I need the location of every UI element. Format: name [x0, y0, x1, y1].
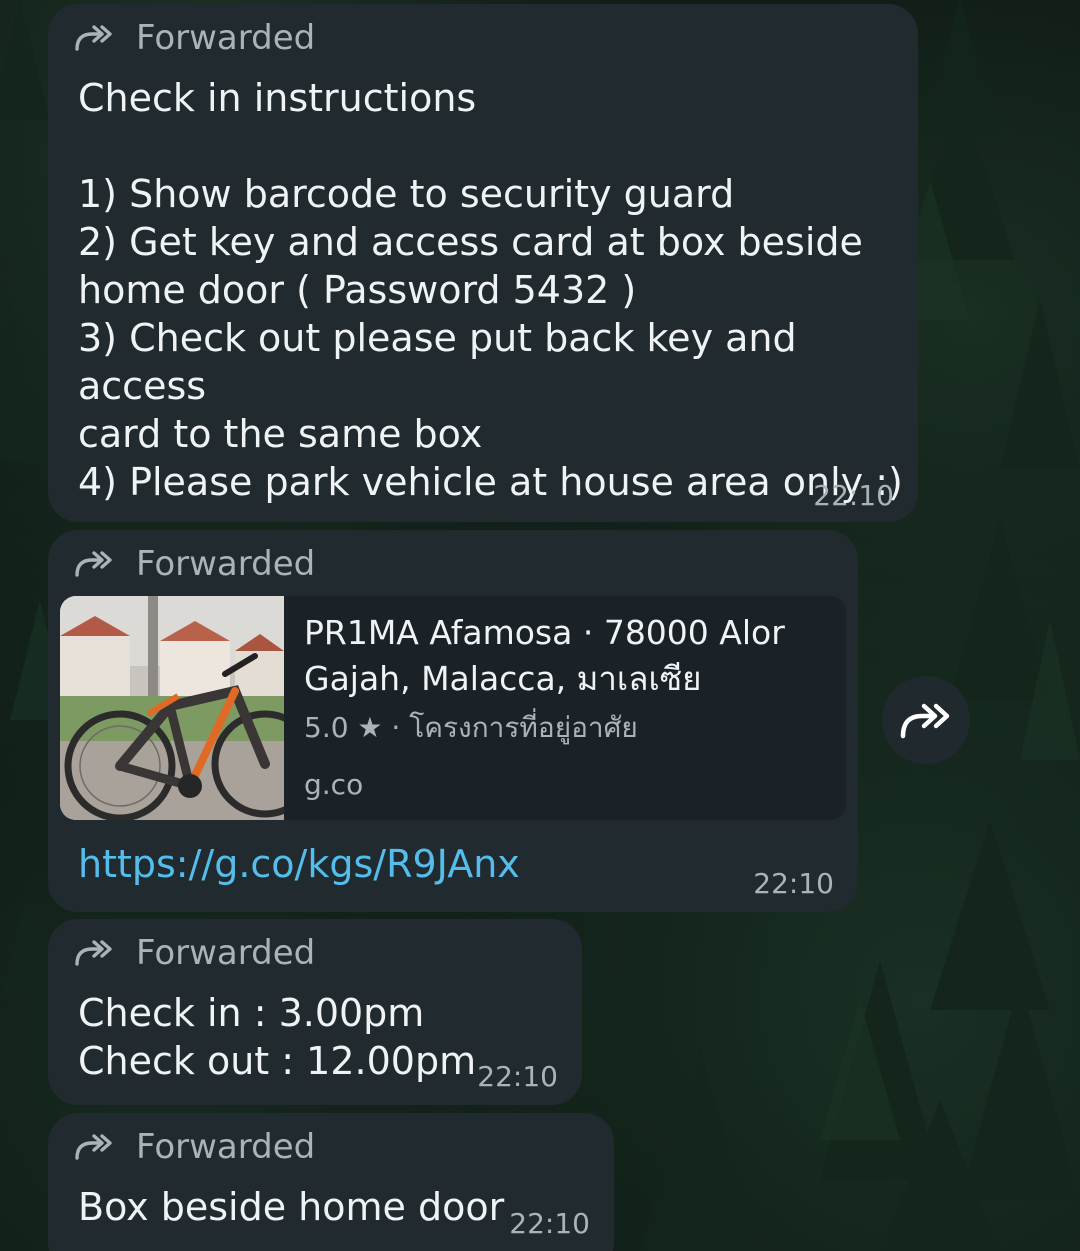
forwarded-text: Forwarded — [136, 933, 316, 973]
forwarded-label: Forwarded — [74, 931, 315, 975]
forwarded-label: Forwarded — [74, 1125, 315, 1169]
forwarded-text: Forwarded — [136, 544, 316, 584]
forwarded-label: Forwarded — [74, 542, 315, 586]
message-text: Check in instructions 1) Show barcode to… — [78, 76, 903, 504]
message-time: 22:10 — [753, 867, 834, 900]
message-time: 22:10 — [477, 1060, 558, 1093]
link-preview-card[interactable]: PR1MA Afamosa · 78000 Alor Gajah, Malacc… — [60, 596, 846, 820]
forwarded-label: Forwarded — [74, 16, 315, 60]
message-time: 22:10 — [813, 479, 894, 512]
share-forward-icon — [900, 703, 950, 739]
chat-screen: Forwarded Check in instructions 1) Show … — [0, 0, 1080, 1251]
forwarded-arrow-icon — [75, 1134, 112, 1160]
forwarded-text: Forwarded — [136, 18, 316, 58]
bicycle-photo-icon — [60, 596, 284, 820]
message-bubble[interactable]: Forwarded Check in : 3.00pm Check out : … — [48, 919, 582, 1105]
message-link[interactable]: https://g.co/kgs/R9JAnx — [78, 842, 520, 886]
forwarded-text: Forwarded — [136, 1127, 316, 1167]
link-preview-subtitle: 5.0 ★ · โครงการที่อยู่อาศัย — [304, 711, 638, 744]
message-bubble[interactable]: Forwarded PR1MA Afamosa · 78000 Alor Gaj… — [48, 530, 858, 912]
forwarded-arrow-icon — [75, 551, 112, 577]
forward-message-button[interactable] — [882, 676, 970, 764]
message-text: Check in : 3.00pm Check out : 12.00pm — [78, 991, 477, 1083]
link-preview-title: PR1MA Afamosa · 78000 Alor Gajah, Malacc… — [304, 613, 785, 698]
forwarded-arrow-icon — [75, 940, 112, 966]
message-bubble[interactable]: Forwarded Check in instructions 1) Show … — [48, 4, 918, 522]
forwarded-arrow-icon — [75, 25, 112, 51]
message-text: Box beside home door — [78, 1185, 505, 1229]
message-bubble[interactable]: Forwarded Box beside home door 22:10 — [48, 1113, 614, 1251]
link-preview-thumbnail — [60, 596, 284, 820]
link-preview-domain: g.co — [304, 768, 364, 801]
message-time: 22:10 — [509, 1207, 590, 1240]
